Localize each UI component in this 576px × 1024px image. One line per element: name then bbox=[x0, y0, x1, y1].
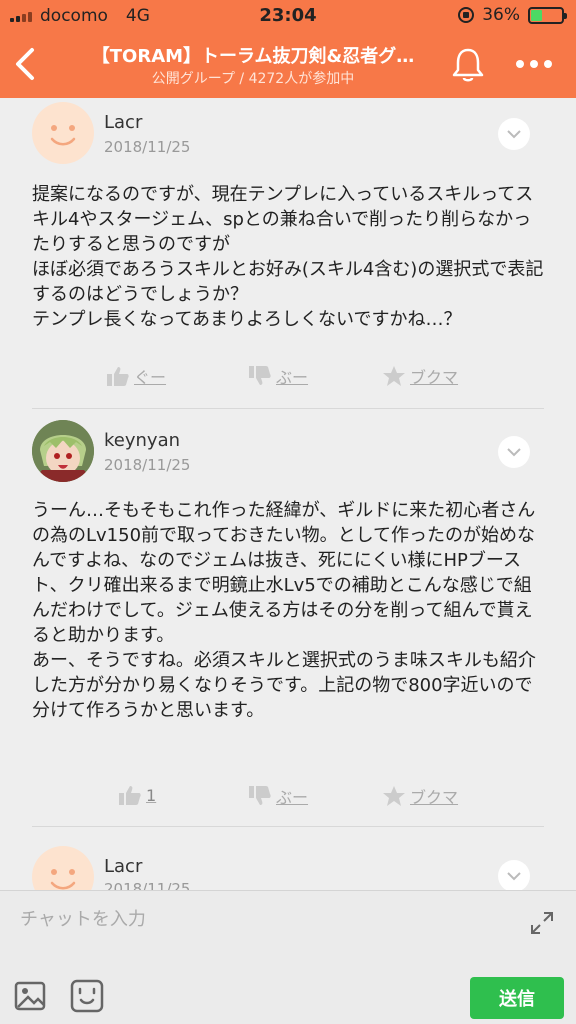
sticker-face-icon bbox=[70, 979, 104, 1013]
dislike-button[interactable]: ぶー bbox=[248, 784, 308, 808]
thumbs-down-icon bbox=[249, 786, 271, 805]
chat-input[interactable]: チャットを入力 bbox=[20, 905, 146, 931]
dislike-label: ぶー bbox=[276, 368, 309, 387]
back-arrow-icon bbox=[16, 48, 34, 80]
bookmark-label: ブクマ bbox=[410, 368, 459, 387]
dislike-label: ぶー bbox=[276, 788, 309, 807]
more-menu-button[interactable] bbox=[510, 54, 558, 74]
chevron-down-icon bbox=[507, 130, 521, 139]
thumbs-up-icon bbox=[107, 367, 129, 386]
battery-percent: 36% bbox=[482, 5, 520, 25]
bookmark-button[interactable]: ブクマ bbox=[382, 784, 458, 808]
like-label: ぐー bbox=[134, 368, 167, 387]
chat-input-bar: チャットを入力 送信 bbox=[0, 890, 576, 1024]
back-button[interactable] bbox=[10, 46, 40, 82]
post-date: 2018/11/25 bbox=[104, 880, 191, 890]
more-dots-icon bbox=[516, 60, 552, 68]
battery-icon bbox=[528, 6, 567, 24]
orientation-lock-icon bbox=[458, 7, 475, 23]
chat-thread[interactable]: Lacr 2018/11/25 提案になるのですが、現在テンプレに入っているスキ… bbox=[0, 98, 576, 890]
user-avatar-image bbox=[32, 420, 94, 482]
chevron-down-icon bbox=[507, 448, 521, 457]
battery-level bbox=[531, 9, 542, 21]
sticker-button[interactable] bbox=[70, 979, 104, 1013]
bell-icon bbox=[452, 48, 484, 82]
post-author[interactable]: keynyan bbox=[104, 430, 180, 451]
notification-button[interactable] bbox=[448, 46, 488, 84]
bookmark-button[interactable]: ブクマ bbox=[382, 364, 458, 388]
post-menu-button[interactable] bbox=[498, 118, 530, 150]
post-date: 2018/11/25 bbox=[104, 456, 191, 474]
like-button[interactable]: ぐー bbox=[106, 364, 166, 388]
chevron-down-icon bbox=[507, 872, 521, 881]
post-body: うーん…そもそもこれ作った経緯が、ギルドに来た初心者さんの為のLv150前で取っ… bbox=[32, 500, 536, 721]
expand-icon bbox=[531, 912, 553, 934]
header: 【TORAM】トーラム抜刀剣&忍者グ… 公開グループ / 4272人が参加中 bbox=[0, 32, 576, 98]
page-title: 【TORAM】トーラム抜刀剣&忍者グ… bbox=[91, 46, 415, 67]
post-divider bbox=[32, 826, 544, 827]
default-face-icon bbox=[50, 869, 76, 890]
group-subtitle: 公開グループ / 4272人が参加中 bbox=[151, 71, 355, 87]
bookmark-label: ブクマ bbox=[410, 788, 459, 807]
image-button[interactable] bbox=[14, 981, 46, 1011]
thumbs-up-icon bbox=[119, 786, 141, 805]
post-actions: 1 ぶー ブクマ bbox=[0, 784, 576, 814]
post-menu-button[interactable] bbox=[498, 860, 530, 890]
like-button[interactable]: 1 bbox=[118, 784, 156, 806]
post-body: 提案になるのですが、現在テンプレに入っているスキルってスキル4やスタージェム、s… bbox=[32, 184, 544, 330]
like-count: 1 bbox=[146, 785, 157, 805]
post-menu-button[interactable] bbox=[498, 436, 530, 468]
default-face-icon bbox=[50, 125, 76, 146]
post-author[interactable]: Lacr bbox=[104, 112, 142, 133]
status-right: 36% bbox=[458, 5, 567, 25]
expand-button[interactable] bbox=[528, 909, 556, 937]
send-button[interactable]: 送信 bbox=[470, 977, 564, 1019]
avatar bbox=[32, 846, 94, 890]
status-bar: docomo 4G 23:04 36% bbox=[0, 0, 576, 32]
avatar bbox=[32, 102, 94, 164]
avatar bbox=[32, 420, 94, 482]
post-author[interactable]: Lacr bbox=[104, 856, 142, 877]
star-icon bbox=[383, 786, 405, 806]
dislike-button[interactable]: ぶー bbox=[248, 364, 308, 388]
image-icon bbox=[14, 981, 46, 1011]
post-actions: ぐー ぶー ブクマ bbox=[0, 364, 576, 394]
star-icon bbox=[383, 366, 405, 386]
post-divider bbox=[32, 408, 544, 409]
post-date: 2018/11/25 bbox=[104, 138, 191, 156]
thumbs-down-icon bbox=[249, 366, 271, 385]
